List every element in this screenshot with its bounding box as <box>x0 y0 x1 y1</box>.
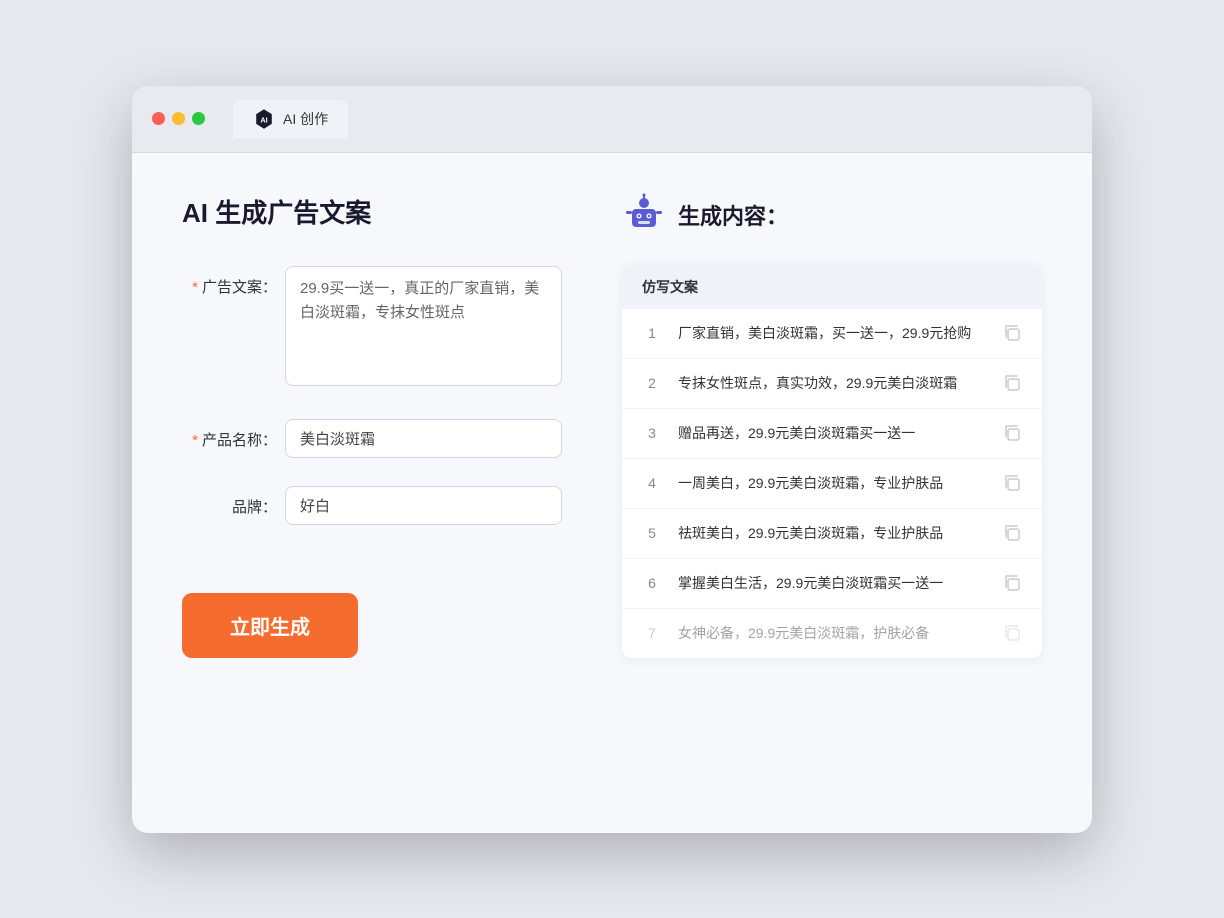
table-row: 7 女神必备，29.9元美白淡斑霜，护肤必备 <box>622 609 1042 658</box>
titlebar: AI AI 创作 <box>132 86 1092 153</box>
row-text: 祛斑美白，29.9元美白淡斑霜，专业护肤品 <box>678 523 986 544</box>
row-text: 赠品再送，29.9元美白淡斑霜买一送一 <box>678 423 986 444</box>
ad-copy-textarea[interactable]: 29.9买一送一，真正的厂家直销，美白淡斑霜，专抹女性斑点 <box>285 266 562 386</box>
result-table: 仿写文案 1 厂家直销，美白淡斑霜，买一送一，29.9元抢购 2 专抹女性斑点，… <box>622 265 1042 658</box>
row-number: 3 <box>642 425 662 441</box>
brand-label: 品牌： <box>182 486 277 517</box>
row-number: 4 <box>642 475 662 491</box>
required-mark-2: * <box>192 432 198 449</box>
row-text: 掌握美白生活，29.9元美白淡斑霜买一送一 <box>678 573 986 594</box>
row-number: 6 <box>642 575 662 591</box>
row-text: 专抹女性斑点，真实功效，29.9元美白淡斑霜 <box>678 373 986 394</box>
copy-icon[interactable] <box>1002 423 1022 443</box>
robot-icon <box>622 193 666 237</box>
product-name-row: *产品名称： <box>182 419 562 458</box>
row-number: 5 <box>642 525 662 541</box>
table-row: 4 一周美白，29.9元美白淡斑霜，专业护肤品 <box>622 459 1042 509</box>
brand-row: 品牌： <box>182 486 562 525</box>
result-title: 生成内容： <box>678 199 788 231</box>
copy-icon[interactable] <box>1002 523 1022 543</box>
close-button[interactable] <box>152 112 165 125</box>
brand-input-wrap <box>285 486 562 525</box>
row-number: 7 <box>642 625 662 641</box>
table-row: 6 掌握美白生活，29.9元美白淡斑霜买一送一 <box>622 559 1042 609</box>
minimize-button[interactable] <box>172 112 185 125</box>
maximize-button[interactable] <box>192 112 205 125</box>
copy-icon[interactable] <box>1002 623 1022 643</box>
table-row: 5 祛斑美白，29.9元美白淡斑霜，专业护肤品 <box>622 509 1042 559</box>
browser-window: AI AI 创作 AI 生成广告文案 *广告文案： 29.9买一送一，真正的厂家… <box>132 86 1092 833</box>
generate-button[interactable]: 立即生成 <box>182 593 358 658</box>
page-title: AI 生成广告文案 <box>182 193 562 230</box>
copy-icon[interactable] <box>1002 323 1022 343</box>
result-rows-container: 1 厂家直销，美白淡斑霜，买一送一，29.9元抢购 2 专抹女性斑点，真实功效，… <box>622 309 1042 658</box>
row-text: 女神必备，29.9元美白淡斑霜，护肤必备 <box>678 623 986 644</box>
ad-copy-label: *广告文案： <box>182 266 277 297</box>
row-number: 1 <box>642 325 662 341</box>
ad-copy-input-wrap: 29.9买一送一，真正的厂家直销，美白淡斑霜，专抹女性斑点 <box>285 266 562 391</box>
svg-text:AI: AI <box>260 115 267 124</box>
product-name-label: *产品名称： <box>182 419 277 450</box>
result-header: 生成内容： <box>622 193 1042 237</box>
traffic-lights <box>152 112 205 125</box>
required-mark: * <box>192 279 198 296</box>
brand-input[interactable] <box>285 486 562 525</box>
browser-content: AI 生成广告文案 *广告文案： 29.9买一送一，真正的厂家直销，美白淡斑霜，… <box>132 153 1092 833</box>
product-name-input[interactable] <box>285 419 562 458</box>
tab-label: AI 创作 <box>283 109 328 129</box>
copy-icon[interactable] <box>1002 573 1022 593</box>
table-header: 仿写文案 <box>622 265 1042 309</box>
right-panel: 生成内容： 仿写文案 1 厂家直销，美白淡斑霜，买一送一，29.9元抢购 2 专… <box>622 193 1042 793</box>
table-row: 3 赠品再送，29.9元美白淡斑霜买一送一 <box>622 409 1042 459</box>
table-row: 2 专抹女性斑点，真实功效，29.9元美白淡斑霜 <box>622 359 1042 409</box>
product-name-input-wrap <box>285 419 562 458</box>
copy-icon[interactable] <box>1002 373 1022 393</box>
left-panel: AI 生成广告文案 *广告文案： 29.9买一送一，真正的厂家直销，美白淡斑霜，… <box>182 193 562 793</box>
ai-hex-icon: AI <box>253 108 275 130</box>
copy-icon[interactable] <box>1002 473 1022 493</box>
row-text: 厂家直销，美白淡斑霜，买一送一，29.9元抢购 <box>678 323 986 344</box>
row-number: 2 <box>642 375 662 391</box>
row-text: 一周美白，29.9元美白淡斑霜，专业护肤品 <box>678 473 986 494</box>
ad-copy-row: *广告文案： 29.9买一送一，真正的厂家直销，美白淡斑霜，专抹女性斑点 <box>182 266 562 391</box>
ai-tab[interactable]: AI AI 创作 <box>233 100 348 138</box>
table-row: 1 厂家直销，美白淡斑霜，买一送一，29.9元抢购 <box>622 309 1042 359</box>
